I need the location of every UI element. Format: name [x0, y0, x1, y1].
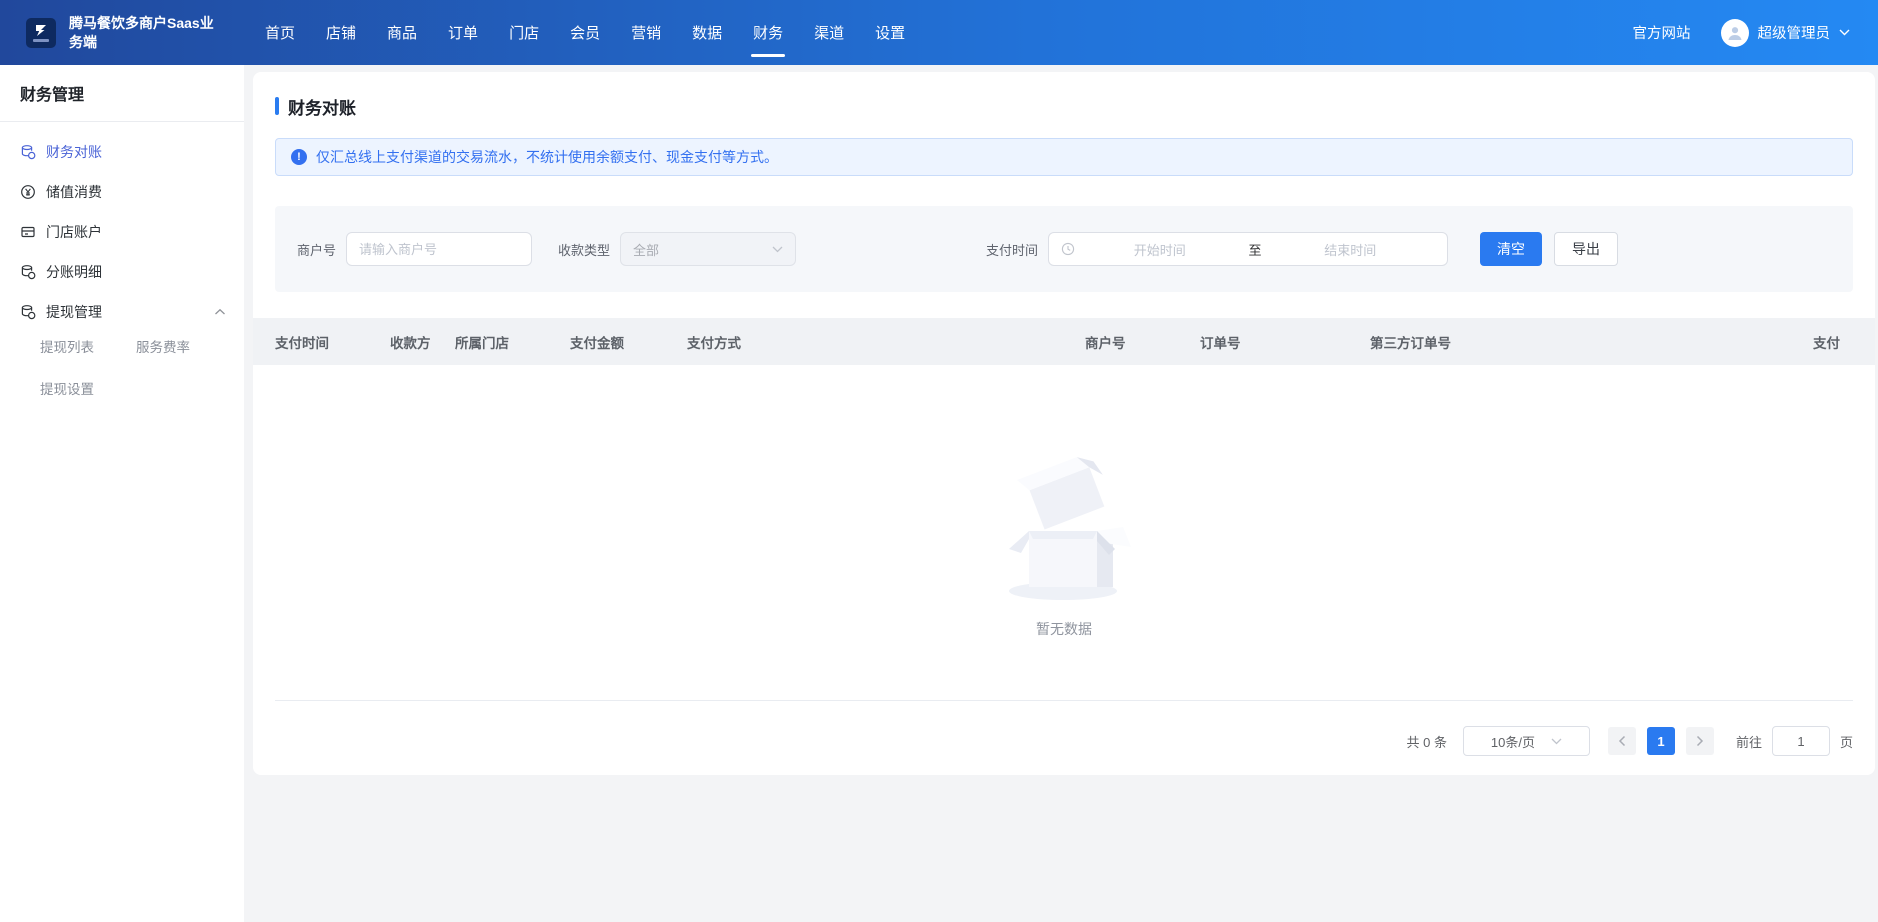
nav-item-goods[interactable]: 商品 [387, 0, 417, 65]
page-number-1[interactable]: 1 [1647, 727, 1675, 755]
empty-text: 暂无数据 [1036, 619, 1092, 639]
goto-page-input[interactable] [1772, 726, 1830, 756]
nav-item-members[interactable]: 会员 [570, 0, 600, 65]
pay-time-label: 支付时间 [986, 240, 1038, 259]
sidebar-item-finance-reconciliation[interactable]: 财务对账 [0, 132, 244, 172]
page-size-value: 10条/页 [1491, 732, 1535, 751]
prev-page-button[interactable] [1608, 727, 1636, 755]
column-order-id: 订单号 [1200, 332, 1370, 352]
user-menu[interactable]: 超级管理员 [1721, 19, 1851, 47]
main-nav-menu: 首页 店铺 商品 订单 门店 会员 营销 数据 财务 渠道 设置 [265, 0, 905, 65]
clock-icon [1061, 242, 1075, 256]
pagination: 共 0 条 10条/页 1 前 [275, 725, 1853, 757]
empty-box-illustration [989, 451, 1139, 603]
merchant-id-input[interactable] [346, 232, 532, 266]
chevron-left-icon [1618, 735, 1626, 747]
column-merchant-id: 商户号 [1085, 332, 1200, 352]
table-header: 支付时间 收款方 所属门店 支付金额 支付方式 商户号 订单号 第三方订单号 支… [253, 318, 1875, 365]
page-title: 财务对账 [288, 94, 356, 119]
export-button[interactable]: 导出 [1554, 232, 1618, 266]
end-time-placeholder[interactable]: 结束时间 [1266, 240, 1436, 259]
chevron-down-icon [1551, 738, 1562, 745]
yen-coin-icon [20, 184, 36, 200]
payee-type-select[interactable]: 全部 [620, 232, 796, 266]
nav-item-stores[interactable]: 门店 [509, 0, 539, 65]
sidebar-item-withdraw-management[interactable]: 提现管理 [0, 292, 244, 332]
column-pay-method: 支付方式 [687, 332, 1085, 352]
ledger-icon [20, 304, 36, 320]
official-site-link[interactable]: 官方网站 [1633, 22, 1691, 43]
title-accent-bar [275, 97, 279, 115]
column-amount: 支付金额 [570, 332, 687, 352]
info-alert: ! 仅汇总线上支付渠道的交易流水，不统计使用余额支付、现金支付等方式。 [275, 138, 1853, 176]
nav-item-orders[interactable]: 订单 [448, 0, 478, 65]
nav-item-data[interactable]: 数据 [692, 0, 722, 65]
column-store: 所属门店 [455, 332, 570, 352]
range-separator: 至 [1245, 240, 1266, 259]
sidebar-item-stored-value[interactable]: 储值消费 [0, 172, 244, 212]
sidebar-subitem-withdraw-list[interactable]: 提现列表 [40, 336, 136, 356]
page-size-select[interactable]: 10条/页 [1463, 726, 1590, 756]
payee-type-label: 收款类型 [558, 240, 610, 259]
column-payee: 收款方 [390, 332, 455, 352]
clear-button[interactable]: 清空 [1480, 232, 1542, 266]
chevron-right-icon [1696, 735, 1704, 747]
person-icon [1726, 24, 1744, 42]
page-title-row: 财务对账 [275, 94, 1853, 118]
chevron-down-icon [1839, 29, 1850, 36]
nav-item-marketing[interactable]: 营销 [631, 0, 661, 65]
empty-state: 暂无数据 [275, 365, 1853, 700]
column-third-party-order-id: 第三方订单号 [1370, 332, 1813, 352]
nav-item-settings[interactable]: 设置 [875, 0, 905, 65]
sidebar-item-label: 提现管理 [46, 302, 102, 322]
next-page-button[interactable] [1686, 727, 1714, 755]
sidebar-title: 财务管理 [0, 81, 244, 105]
ledger-icon [20, 144, 36, 160]
nav-item-shop[interactable]: 店铺 [326, 0, 356, 65]
account-card-icon [20, 224, 36, 240]
start-time-placeholder[interactable]: 开始时间 [1075, 240, 1245, 259]
info-icon: ! [291, 149, 307, 165]
page-unit-label: 页 [1840, 732, 1853, 751]
content-card: 财务对账 ! 仅汇总线上支付渠道的交易流水，不统计使用余额支付、现金支付等方式。… [253, 72, 1875, 775]
nav-item-finance-active[interactable]: 财务 [753, 0, 783, 65]
app-logo [26, 18, 56, 48]
top-navbar: 腾马餐饮多商户Saas业务端 首页 店铺 商品 订单 门店 会员 营销 数据 财… [0, 0, 1878, 65]
table-bottom-divider [275, 700, 1853, 701]
nav-item-home[interactable]: 首页 [265, 0, 295, 65]
goto-label: 前往 [1736, 732, 1762, 751]
sidebar-item-label: 财务对账 [46, 142, 102, 162]
alert-text: 仅汇总线上支付渠道的交易流水，不统计使用余额支付、现金支付等方式。 [316, 147, 778, 167]
column-pay-time: 支付时间 [275, 332, 390, 352]
avatar [1721, 19, 1749, 47]
sidebar-item-store-account[interactable]: 门店账户 [0, 212, 244, 252]
chevron-down-icon [772, 246, 783, 253]
chevron-up-icon[interactable] [214, 308, 226, 316]
withdraw-submenu: 提现列表 服务费率 提现设置 [0, 332, 244, 404]
logo-subtext [33, 39, 49, 42]
sidebar-subitem-service-rate[interactable]: 服务费率 [136, 336, 244, 356]
navbar-right: 官方网站 超级管理员 [1633, 19, 1851, 47]
sidebar-item-label: 分账明细 [46, 262, 102, 282]
merchant-id-label: 商户号 [297, 240, 336, 259]
app-title: 腾马餐饮多商户Saas业务端 [69, 14, 227, 52]
sidebar-menu: 财务对账 储值消费 门店账户 [0, 122, 244, 404]
sidebar-subitem-withdraw-settings[interactable]: 提现设置 [40, 378, 136, 398]
logo-bolt-icon [34, 24, 48, 37]
user-name: 超级管理员 [1758, 22, 1831, 43]
sidebar-item-label: 门店账户 [46, 222, 102, 242]
nav-item-channel[interactable]: 渠道 [814, 0, 844, 65]
total-count: 共 0 条 [1407, 732, 1447, 751]
pay-time-range-picker[interactable]: 开始时间 至 结束时间 [1048, 232, 1448, 266]
sidebar-item-split-detail[interactable]: 分账明细 [0, 252, 244, 292]
payee-type-value: 全部 [633, 240, 659, 259]
ledger-icon [20, 264, 36, 280]
main-area: 财务对账 ! 仅汇总线上支付渠道的交易流水，不统计使用余额支付、现金支付等方式。… [244, 65, 1878, 922]
sidebar: 财务管理 财务对账 [0, 65, 244, 922]
filter-bar: 商户号 收款类型 全部 支付时间 开始时间 [275, 206, 1853, 292]
column-pay-clipped: 支付 [1813, 332, 1853, 352]
sidebar-item-label: 储值消费 [46, 182, 102, 202]
